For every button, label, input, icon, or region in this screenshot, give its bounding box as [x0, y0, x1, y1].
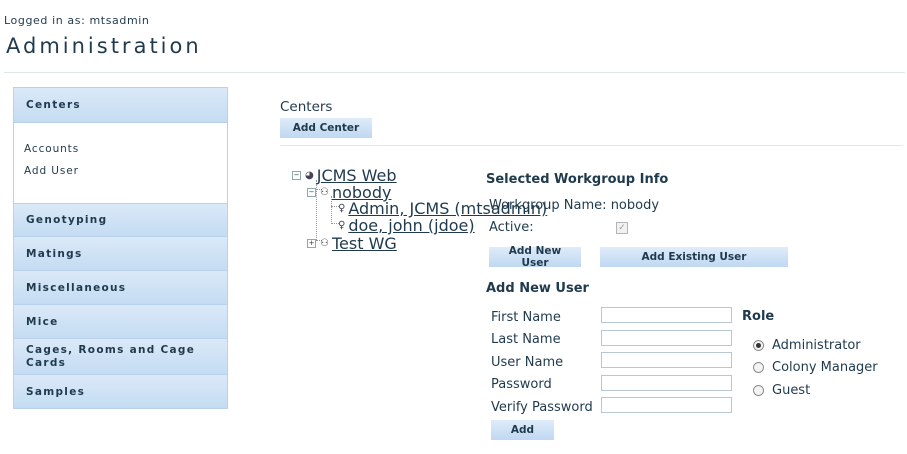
role-title: Role — [742, 309, 775, 324]
role-colony-manager-radio[interactable] — [753, 362, 764, 373]
logged-in-label: Logged in as: mtsadmin — [4, 14, 150, 27]
tree-node-group: + ⚇ Test WG — [307, 234, 397, 253]
sidebar-section-mice[interactable]: Mice — [13, 305, 228, 339]
header-divider — [4, 72, 905, 73]
role-administrator-label: Administrator — [772, 338, 861, 353]
add-user-submit-button[interactable]: Add — [491, 420, 554, 440]
workgroup-name-label: Workgroup Name: — [489, 198, 607, 213]
active-checkbox[interactable]: ✓ — [616, 222, 628, 234]
add-center-button[interactable]: Add Center — [280, 118, 372, 138]
sidebar-centers-panel: Accounts Add User — [13, 123, 228, 203]
last-name-label: Last Name — [491, 332, 561, 347]
user-name-field[interactable] — [601, 352, 732, 368]
sidebar-section-centers[interactable]: Centers — [13, 87, 228, 123]
sidebar-section-samples[interactable]: Samples — [13, 375, 228, 409]
password-field[interactable] — [601, 375, 732, 391]
verify-password-field[interactable] — [601, 397, 732, 413]
tree-link-group-testwg[interactable]: Test WG — [332, 234, 397, 253]
sidebar-section-miscellaneous[interactable]: Miscellaneous — [13, 271, 228, 305]
workgroup-info-title: Selected Workgroup Info — [486, 172, 669, 187]
group-icon: ⚇ — [320, 238, 329, 249]
add-new-user-button[interactable]: Add New User — [489, 245, 581, 269]
role-administrator-radio[interactable] — [753, 340, 764, 351]
active-label: Active: — [489, 220, 534, 235]
user-icon: ♀ — [338, 203, 346, 214]
first-name-label: First Name — [491, 310, 561, 325]
collapse-icon[interactable]: − — [292, 171, 301, 180]
sidebar-section-cages[interactable]: Cages, Rooms and Cage Cards — [13, 339, 228, 375]
collapse-icon[interactable]: − — [307, 188, 316, 197]
network-icon: ◕ — [305, 170, 314, 181]
verify-password-label: Verify Password — [491, 400, 593, 415]
last-name-field[interactable] — [601, 330, 732, 346]
workgroup-name-row: Workgroup Name: nobody — [489, 198, 659, 213]
role-guest-radio[interactable] — [753, 385, 764, 396]
sidebar-section-genotyping[interactable]: Genotyping — [13, 203, 228, 237]
tree-node-user: ♀ doe, john (jdoe) — [338, 216, 475, 235]
add-new-user-title: Add New User — [486, 281, 589, 296]
section-label: Centers — [280, 99, 333, 115]
group-icon: ⚇ — [320, 187, 329, 198]
sidebar-section-matings[interactable]: Matings — [13, 237, 228, 271]
workgroup-name-value: nobody — [610, 198, 660, 213]
role-guest-label: Guest — [772, 383, 811, 398]
tree-link-user-doe[interactable]: doe, john (jdoe) — [348, 216, 474, 235]
role-colony-manager-label: Colony Manager — [772, 360, 878, 375]
sidebar-link-accounts[interactable]: Accounts — [24, 143, 227, 155]
sidebar-nav: Centers Accounts Add User Genotyping Mat… — [13, 87, 228, 409]
add-existing-user-button[interactable]: Add Existing User — [600, 247, 788, 267]
first-name-field[interactable] — [601, 307, 732, 323]
user-name-label: User Name — [491, 355, 564, 370]
expand-icon[interactable]: + — [307, 239, 316, 248]
sidebar-link-add-user[interactable]: Add User — [24, 165, 227, 177]
password-label: Password — [491, 377, 552, 392]
page-title: Administration — [6, 34, 202, 58]
main-divider — [280, 145, 903, 146]
user-icon: ♀ — [338, 220, 346, 231]
